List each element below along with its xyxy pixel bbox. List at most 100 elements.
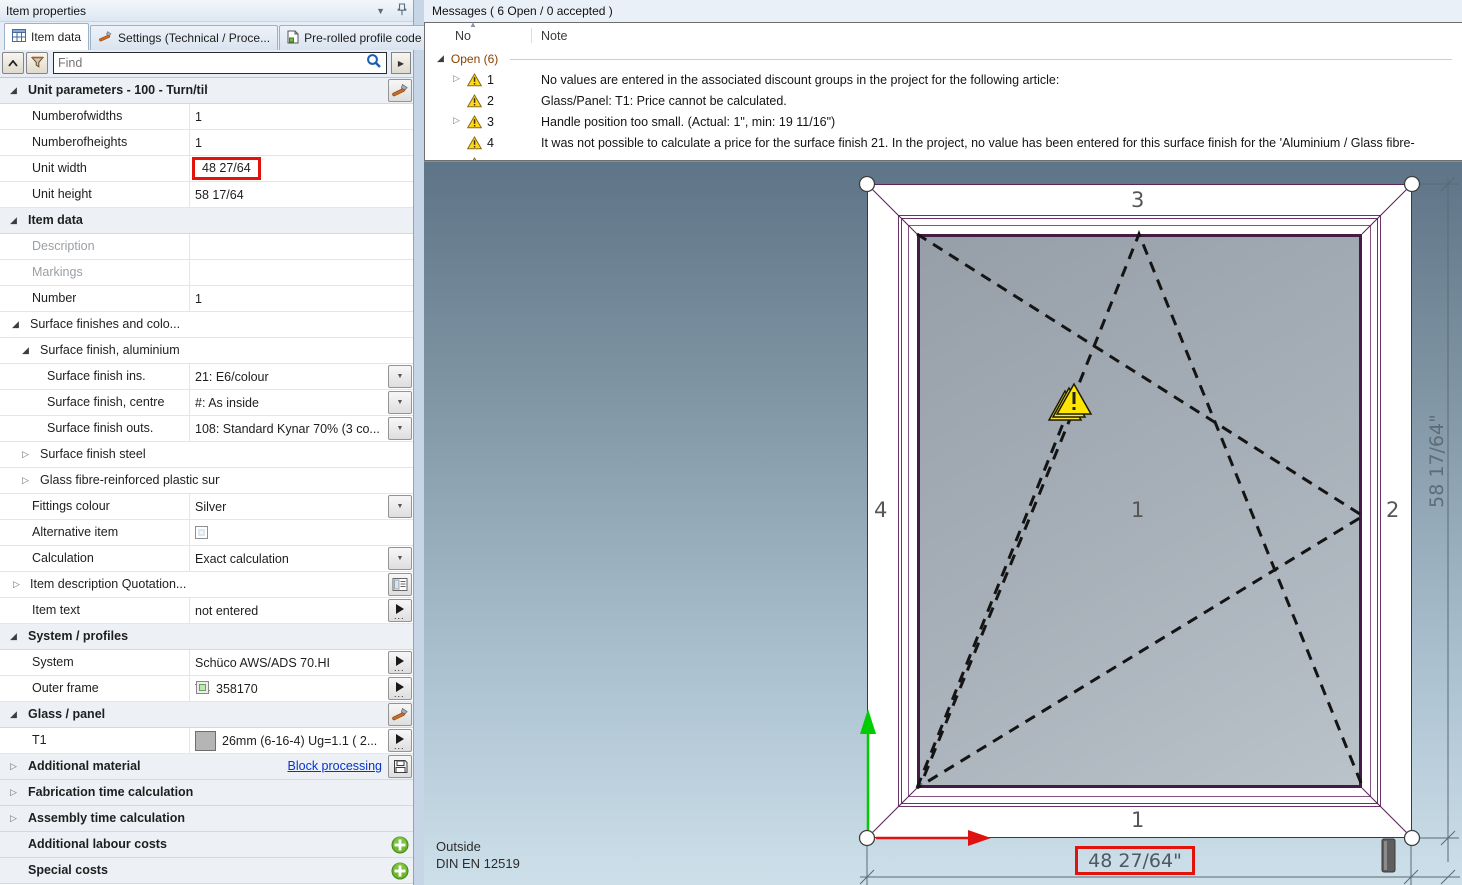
dropdown-button[interactable]: ▼ — [388, 417, 412, 440]
expand-arrow-icon[interactable]: ▷ — [453, 74, 460, 84]
expanded-arrow-icon[interactable]: ◢ — [10, 632, 17, 642]
add-button[interactable] — [388, 833, 412, 856]
property-value[interactable]: 358170 — [189, 676, 386, 701]
property-row-numberofwidths[interactable]: Numberofwidths1 — [0, 104, 413, 130]
search-input[interactable] — [58, 56, 366, 70]
property-row-surface-finish-ins[interactable]: Surface finish ins.21: E6/colour▼ — [0, 364, 413, 390]
collapsed-arrow-icon[interactable]: ▷ — [10, 814, 17, 824]
property-row-surface-finish-centre[interactable]: Surface finish, centre#: As inside▼ — [0, 390, 413, 416]
property-row-surface-finish-steel[interactable]: ▷Surface finish steel — [0, 442, 413, 468]
property-row-item-description-quotation[interactable]: ▷Item description Quotation... — [0, 572, 413, 598]
messages-group-open[interactable]: ◢ Open (6) — [425, 48, 1462, 70]
collapsed-arrow-icon[interactable]: ▷ — [10, 762, 17, 772]
collapsed-arrow-icon[interactable]: ▷ — [10, 788, 17, 798]
expanded-arrow-icon[interactable]: ◢ — [10, 216, 17, 226]
add-button[interactable] — [388, 859, 412, 882]
message-row-3[interactable]: ▷3Handle position too small. (Actual: 1"… — [425, 112, 1462, 133]
collapse-all-button[interactable] — [2, 52, 24, 74]
property-value[interactable]: 21: E6/colour — [189, 364, 386, 389]
property-value[interactable]: #: As inside — [189, 390, 386, 415]
property-row-system-profiles[interactable]: ◢System / profiles — [0, 624, 413, 650]
dropdown-button[interactable]: ▼ — [388, 495, 412, 518]
property-row-unit-width[interactable]: Unit width48 27/64 — [0, 156, 413, 182]
search-icon[interactable] — [366, 53, 382, 74]
drawing-area[interactable]: 3 4 1 2 1 58 17/64" 48 27/64" Outside DI… — [424, 161, 1462, 885]
expanded-arrow-icon[interactable]: ◢ — [10, 710, 17, 720]
property-row-additional-material[interactable]: ▷Additional materialBlock processing — [0, 754, 413, 780]
property-row-item-text[interactable]: Item textnot entered... — [0, 598, 413, 624]
property-row-glass-panel[interactable]: ◢Glass / panel — [0, 702, 413, 728]
property-row-alternative-item[interactable]: Alternative item — [0, 520, 413, 546]
field-label-top: 3 — [1131, 188, 1144, 212]
property-value[interactable]: not entered — [189, 598, 386, 623]
dropdown-button[interactable]: ▼ — [388, 547, 412, 570]
message-row-4[interactable]: 4It was not possible to calculate a pric… — [425, 133, 1462, 154]
property-row-number[interactable]: Number1 — [0, 286, 413, 312]
property-value[interactable]: 108: Standard Kynar 70% (3 co... — [189, 416, 386, 441]
property-row-surface-finishes-and-colo[interactable]: ◢Surface finishes and colo... — [0, 312, 413, 338]
property-row-description[interactable]: Description — [0, 234, 413, 260]
alternative-item-checkbox[interactable] — [195, 526, 208, 539]
din-standard-label: DIN EN 12519 — [436, 855, 520, 872]
open-dialog-button[interactable]: ... — [388, 599, 412, 622]
save-button[interactable] — [388, 755, 412, 778]
property-value[interactable]: Silver — [189, 494, 386, 519]
pin-icon[interactable] — [397, 3, 407, 19]
property-value[interactable]: Schüco AWS/ADS 70.HI — [189, 650, 386, 675]
dropdown-button[interactable]: ▼ — [388, 391, 412, 414]
filter-button[interactable] — [26, 52, 48, 74]
property-row-t1[interactable]: T1 26mm (6-16-4) Ug=1.1 ( 2...... — [0, 728, 413, 754]
property-row-unit-height[interactable]: Unit height58 17/64 — [0, 182, 413, 208]
property-row-assembly-time-calculation[interactable]: ▷Assembly time calculation — [0, 806, 413, 832]
open-dialog-button[interactable]: ... — [388, 677, 412, 700]
group-expanded-icon[interactable]: ◢ — [437, 54, 444, 64]
property-row-system[interactable]: SystemSchüco AWS/ADS 70.HI... — [0, 650, 413, 676]
column-header-note[interactable]: Note — [541, 29, 567, 43]
column-header-no[interactable]: No — [455, 29, 471, 43]
collapsed-arrow-icon[interactable]: ▷ — [13, 580, 20, 590]
edit-wrench-button[interactable] — [388, 79, 412, 102]
property-row-calculation[interactable]: CalculationExact calculation▼ — [0, 546, 413, 572]
search-box — [53, 52, 387, 74]
column-divider[interactable] — [531, 28, 532, 43]
property-label: Special costs — [28, 863, 108, 877]
property-value[interactable]: Exact calculation — [189, 546, 386, 571]
tab-settings[interactable]: Settings (Technical / Proce... — [90, 25, 278, 50]
collapsed-arrow-icon[interactable]: ▷ — [22, 450, 29, 460]
collapsed-arrow-icon[interactable]: ▷ — [22, 476, 29, 486]
tab-pre-rolled-profile-code[interactable]: Pre-rolled profile code — [279, 25, 429, 50]
expand-arrow-icon[interactable]: ▷ — [453, 116, 460, 126]
item-description-button[interactable] — [388, 573, 412, 596]
expanded-arrow-icon[interactable]: ◢ — [12, 320, 19, 330]
block-processing-link[interactable]: Block processing — [288, 759, 383, 773]
open-dialog-button[interactable]: ... — [388, 651, 412, 674]
dropdown-button[interactable]: ▼ — [388, 365, 412, 388]
property-label: T1 — [32, 733, 47, 747]
property-row-outer-frame[interactable]: Outer frame358170... — [0, 676, 413, 702]
message-row-1[interactable]: ▷1No values are entered in the associate… — [425, 70, 1462, 91]
property-row-special-costs[interactable]: Special costs — [0, 858, 413, 884]
property-row-item-data[interactable]: ◢Item data — [0, 208, 413, 234]
property-row-fittings-colour[interactable]: Fittings colourSilver▼ — [0, 494, 413, 520]
next-match-button[interactable]: ▶ — [391, 52, 411, 74]
expanded-arrow-icon[interactable]: ◢ — [22, 346, 29, 356]
message-row-2[interactable]: 2Glass/Panel: T1: Price cannot be calcul… — [425, 91, 1462, 112]
expanded-arrow-icon[interactable]: ◢ — [10, 86, 17, 96]
property-row-numberofheights[interactable]: Numberofheights1 — [0, 130, 413, 156]
open-dialog-button[interactable]: ... — [388, 729, 412, 752]
property-row-fabrication-time-calculation[interactable]: ▷Fabrication time calculation — [0, 780, 413, 806]
edit-wrench-button[interactable] — [388, 703, 412, 726]
item-properties-panel: Item properties ▼ Item data Settings (Te… — [0, 0, 414, 885]
property-value[interactable]: 26mm (6-16-4) Ug=1.1 ( 2... — [189, 728, 386, 753]
chevron-down-icon[interactable]: ▼ — [376, 6, 385, 16]
property-row-unit-parameters-100-turn-tilt[interactable]: ◢Unit parameters - 100 - Turn/tilt — [0, 78, 413, 104]
property-row-glass-fibre-reinforced-plastic-surface-finish[interactable]: ▷Glass fibre-reinforced plastic surface … — [0, 468, 413, 494]
message-row-partial[interactable] — [425, 154, 1462, 161]
property-row-surface-finish-outs[interactable]: Surface finish outs.108: Standard Kynar … — [0, 416, 413, 442]
tab-item-data[interactable]: Item data — [4, 23, 89, 50]
sort-indicator-icon[interactable]: ▲ — [469, 22, 477, 29]
property-row-surface-finish-aluminium[interactable]: ◢Surface finish, aluminium — [0, 338, 413, 364]
property-value — [189, 520, 386, 545]
property-row-additional-labour-costs[interactable]: Additional labour costs — [0, 832, 413, 858]
property-row-markings[interactable]: Markings — [0, 260, 413, 286]
